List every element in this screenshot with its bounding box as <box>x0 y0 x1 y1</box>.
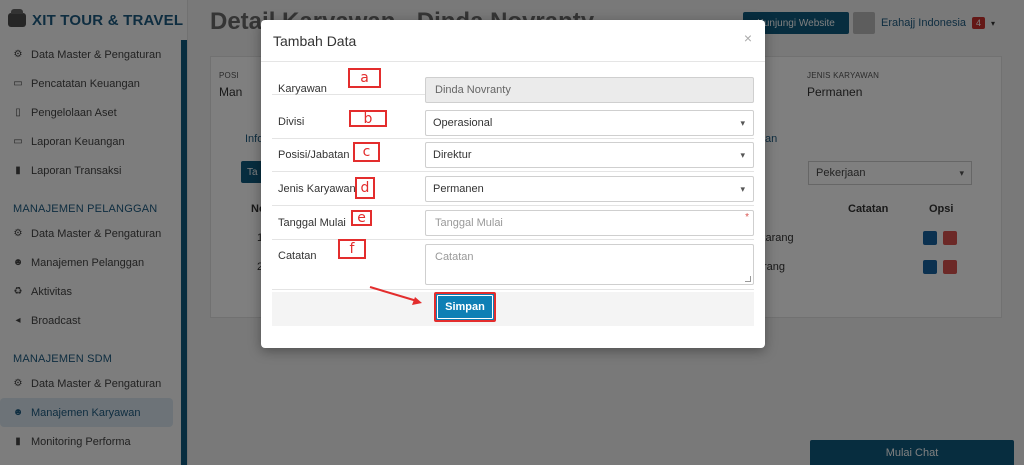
annotation-e: e <box>351 210 372 226</box>
tanggal-mulai-placeholder: Tanggal Mulai <box>435 217 503 229</box>
karyawan-label: Karyawan <box>278 83 327 95</box>
modal-title: Tambah Data <box>273 32 357 49</box>
form-row-jenis-karyawan: Jenis Karyawan Permanen <box>272 172 754 206</box>
form-row-posisi: Posisi/Jabatan Direktur <box>272 139 754 172</box>
catatan-label: Catatan <box>278 250 317 262</box>
annotation-arrow-icon <box>369 286 422 305</box>
save-button[interactable]: Simpan <box>434 292 496 322</box>
tanggal-mulai-input[interactable]: Tanggal Mulai * <box>425 210 754 236</box>
annotation-f: f <box>338 239 366 259</box>
annotation-a: a <box>348 68 381 88</box>
close-icon[interactable]: × <box>744 30 752 46</box>
karyawan-field: Dinda Novranty <box>425 77 754 103</box>
add-data-modal: Tambah Data × Karyawan Dinda Novranty Di… <box>261 20 765 348</box>
annotation-b: b <box>349 110 387 127</box>
form-row-divisi: Divisi Operasional <box>272 108 754 139</box>
form-row-tanggal-mulai: Tanggal Mulai Tanggal Mulai * <box>272 206 754 240</box>
modal-header: Tambah Data <box>261 20 765 62</box>
annotation-d: d <box>355 177 375 199</box>
jenis-karyawan-select[interactable]: Permanen <box>425 176 754 202</box>
catatan-textarea[interactable]: Catatan <box>425 244 754 285</box>
jenis-karyawan-label: Jenis Karyawan <box>278 183 356 195</box>
posisi-label: Posisi/Jabatan <box>278 149 350 161</box>
annotation-c: c <box>353 142 380 162</box>
required-marker: * <box>745 212 749 223</box>
divisi-select[interactable]: Operasional <box>425 110 754 136</box>
divisi-label: Divisi <box>278 116 305 128</box>
posisi-select[interactable]: Direktur <box>425 142 754 168</box>
form-footer: Simpan <box>272 292 754 326</box>
form-row-karyawan: Karyawan Dinda Novranty <box>272 62 754 103</box>
tanggal-mulai-label: Tanggal Mulai <box>278 217 346 229</box>
